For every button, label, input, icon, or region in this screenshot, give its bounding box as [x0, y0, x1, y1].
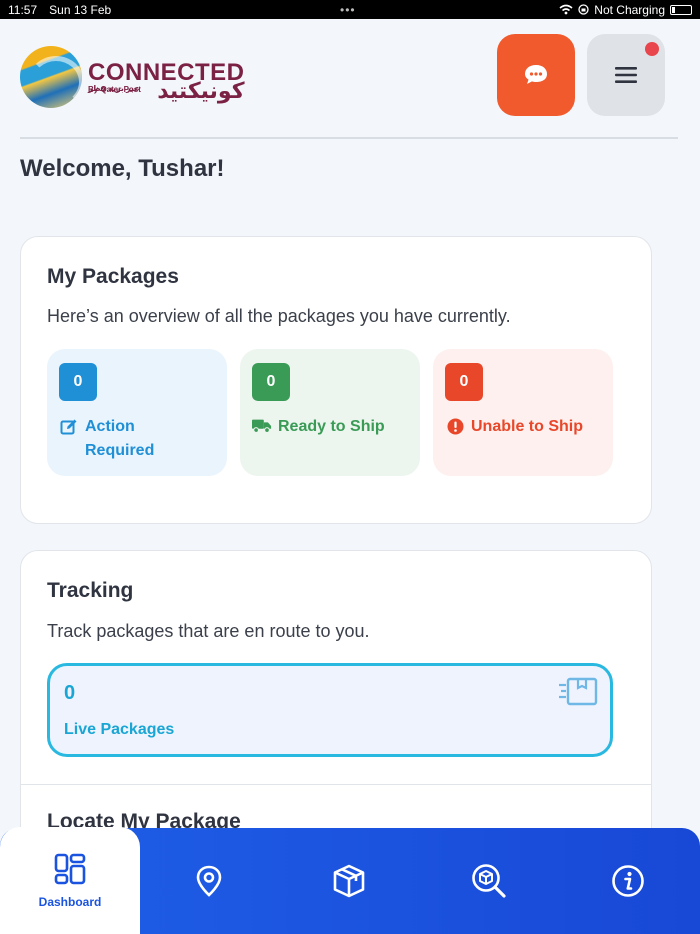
nav-dashboard[interactable]: Dashboard: [0, 827, 140, 934]
nav-track-package[interactable]: [419, 828, 559, 934]
wifi-icon: [559, 4, 573, 15]
info-icon: [612, 865, 644, 897]
nav-locations[interactable]: [139, 828, 279, 934]
connected-logo[interactable]: CONNECTED By Qatar Post كونيكتيد عبر بري…: [20, 46, 245, 108]
alert-icon: [445, 418, 465, 435]
nav-dashboard-label: Dashboard: [38, 895, 102, 909]
status-time: 11:57: [8, 2, 38, 17]
live-packages-box[interactable]: 0 Live Packages: [47, 663, 613, 757]
edit-icon: [59, 418, 79, 436]
unable-to-ship-tile[interactable]: 0 Unable to Ship: [433, 349, 613, 476]
tracking-card: Tracking Track packages that are en rout…: [20, 550, 652, 850]
bottom-navigation: Dashboard: [0, 827, 700, 934]
dashboard-icon: [54, 853, 86, 885]
location-pin-icon: [196, 865, 222, 897]
menu-button[interactable]: [587, 34, 665, 116]
tracking-description: Track packages that are en route to you.: [47, 621, 370, 641]
status-bar: 11:57 Sun 13 Feb ••• Not Charging: [0, 0, 700, 19]
status-date: Sun 13 Feb: [49, 2, 112, 17]
truck-icon: [252, 418, 272, 434]
my-packages-title: My Packages: [47, 265, 179, 288]
app-header: CONNECTED By Qatar Post كونيكتيد عبر بري…: [0, 19, 700, 137]
my-packages-card: My Packages Here’s an overview of all th…: [20, 236, 652, 524]
unable-to-ship-count: 0: [445, 363, 483, 401]
globe-logo-icon: [20, 46, 82, 108]
ready-to-ship-count: 0: [252, 363, 290, 401]
hamburger-icon: [615, 67, 637, 83]
live-packages-count: 0: [64, 682, 76, 704]
logo-arabic-subtitle: عبر بريد قطر: [88, 84, 140, 93]
live-packages-label: Live Packages: [64, 721, 175, 738]
action-required-label: Action Required: [85, 418, 155, 459]
chat-button[interactable]: [497, 34, 575, 116]
nav-info[interactable]: [558, 828, 698, 934]
ready-to-ship-tile[interactable]: 0 Ready to Ship: [240, 349, 420, 476]
battery-icon: [670, 4, 692, 15]
battery-status: Not Charging: [594, 2, 665, 17]
card-divider: [21, 784, 651, 785]
tracking-title: Tracking: [47, 579, 134, 602]
package-icon: [333, 864, 365, 898]
package-search-icon: [472, 864, 506, 898]
shipping-box-icon: [558, 676, 598, 713]
action-required-count: 0: [59, 363, 97, 401]
ready-to-ship-label: Ready to Ship: [278, 418, 385, 435]
nav-packages[interactable]: [279, 828, 419, 934]
my-packages-description: Here’s an overview of all the packages y…: [47, 306, 511, 326]
unable-to-ship-label: Unable to Ship: [471, 418, 583, 435]
header-divider: [20, 137, 678, 139]
chat-bubble-icon: [525, 65, 547, 84]
welcome-heading: Welcome, Tushar!: [20, 155, 225, 182]
multitask-dots-icon[interactable]: •••: [340, 3, 356, 17]
action-required-tile[interactable]: 0 Action Required: [47, 349, 227, 476]
rotation-lock-icon: [578, 4, 589, 15]
notification-dot: [645, 42, 659, 56]
